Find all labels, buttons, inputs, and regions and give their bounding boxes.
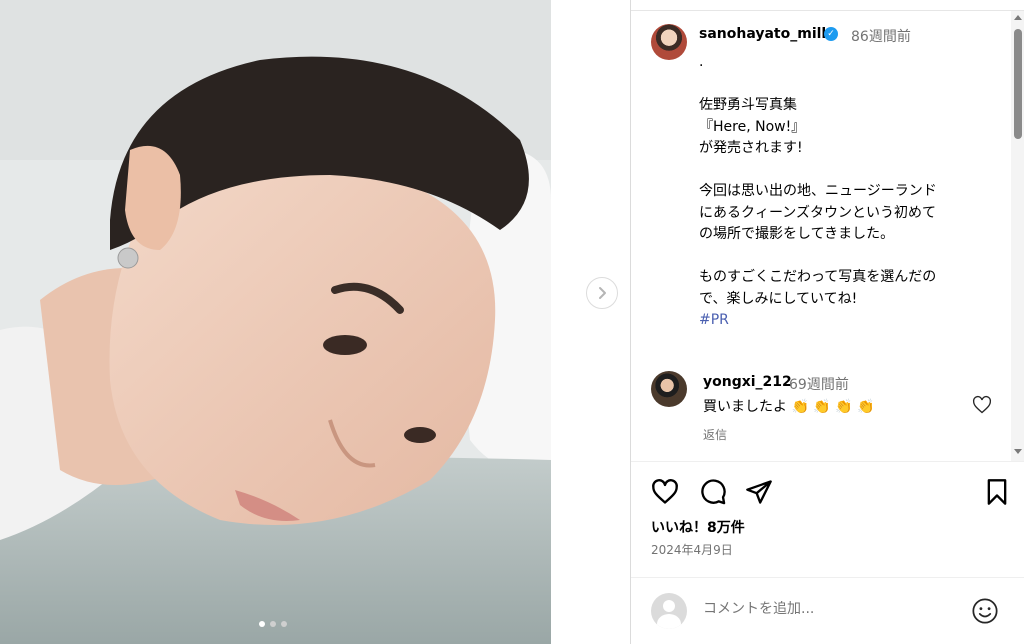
post-caption: . 佐野勇斗写真集 『Here, Now!』 が発売されます! 今回は思い出の地… xyxy=(699,52,999,332)
post-date[interactable]: 2024年4月9日 xyxy=(651,541,733,558)
hashtag-link[interactable]: #PR xyxy=(699,312,729,328)
actions-divider xyxy=(631,461,1024,462)
comment-input[interactable] xyxy=(703,601,963,617)
post-time[interactable]: 86週間前 xyxy=(851,26,911,46)
likes-count[interactable]: いいね！8万件 xyxy=(651,517,745,537)
comment-text: 買いましたよ 👏 👏 👏 👏 xyxy=(703,399,875,415)
carousel-indicator xyxy=(259,621,287,627)
scroll-down-arrow-icon[interactable] xyxy=(1014,449,1022,454)
chevron-right-icon xyxy=(599,287,606,299)
post-photo[interactable] xyxy=(0,0,551,644)
vertical-scrollbar[interactable] xyxy=(1011,11,1024,461)
author-username[interactable]: sanohayato_milk xyxy=(699,26,831,42)
add-comment-bar xyxy=(651,593,1011,629)
scrollbar-thumb[interactable] xyxy=(1014,29,1022,139)
avatar-body xyxy=(657,614,681,629)
paper-plane-icon[interactable] xyxy=(745,478,773,506)
next-slide-button[interactable] xyxy=(586,277,618,309)
smiley-icon[interactable] xyxy=(971,597,999,625)
comment-like-heart-icon[interactable] xyxy=(972,395,992,415)
carousel-dot xyxy=(270,621,276,627)
avatar-head xyxy=(663,600,675,612)
comment-box-divider xyxy=(631,577,1024,578)
current-user-avatar xyxy=(651,593,687,629)
author-avatar[interactable] xyxy=(651,24,687,60)
heart-icon[interactable] xyxy=(651,478,679,506)
gutter xyxy=(551,0,630,644)
carousel-dot xyxy=(281,621,287,627)
reply-button[interactable]: 返信 xyxy=(703,426,727,443)
verified-badge-icon: ✓ xyxy=(824,27,838,41)
commenter-username[interactable]: yongxi_212 xyxy=(703,374,792,390)
commenter-avatar[interactable] xyxy=(651,371,687,407)
comment-time[interactable]: 69週間前 xyxy=(789,374,849,394)
scroll-up-arrow-icon[interactable] xyxy=(1014,15,1022,20)
comment-bubble-icon[interactable] xyxy=(699,478,727,506)
bookmark-icon[interactable] xyxy=(983,478,1011,506)
comments-scroll-area[interactable]: sanohayato_milk ✓ 86週間前 . 佐野勇斗写真集 『Here,… xyxy=(631,11,1011,461)
post-side-panel: sanohayato_milk ✓ 86週間前 . 佐野勇斗写真集 『Here,… xyxy=(630,0,1024,644)
carousel-dot-active xyxy=(259,621,265,627)
instagram-post-view: sanohayato_milk ✓ 86週間前 . 佐野勇斗写真集 『Here,… xyxy=(0,0,1024,644)
action-bar xyxy=(651,478,1011,506)
portrait-illustration xyxy=(0,0,551,644)
caption-text: . 佐野勇斗写真集 『Here, Now!』 が発売されます! 今回は思い出の地… xyxy=(699,54,937,307)
